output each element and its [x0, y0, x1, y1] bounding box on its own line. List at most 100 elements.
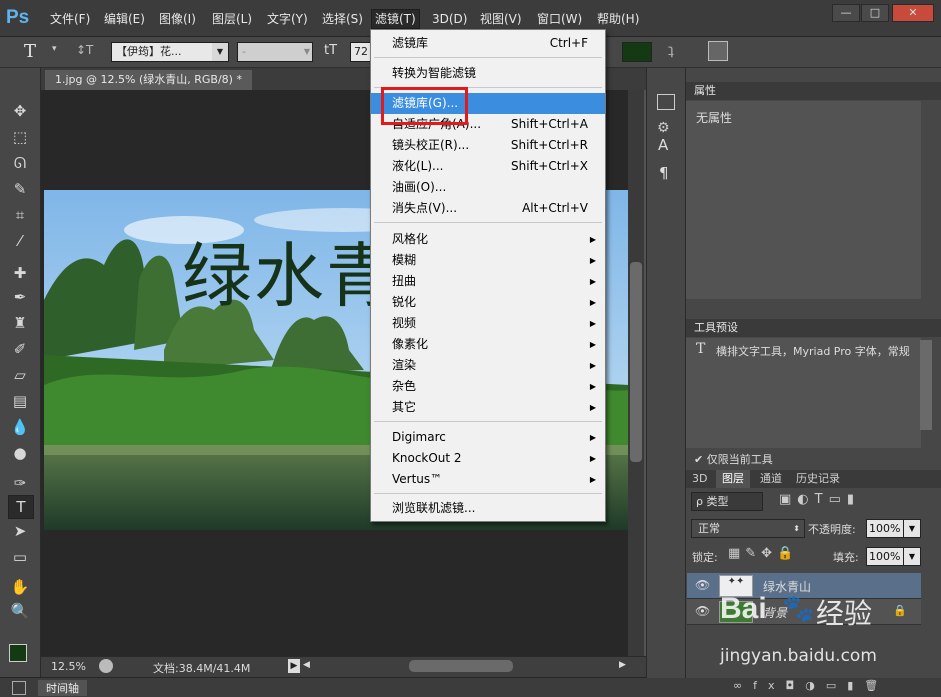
menu-item-knockout[interactable]: KnockOut 2 ▶	[371, 448, 605, 469]
layer-filter-icons[interactable]: ▣◐T▭▮	[779, 492, 919, 507]
menu-item-digimarc[interactable]: Digimarc ▶	[371, 427, 605, 448]
type-tool-icon[interactable]: T	[8, 495, 34, 519]
blend-mode-select[interactable]: 正常 ⬍	[691, 519, 805, 538]
opacity-input[interactable]: 100%	[866, 519, 904, 538]
menu-item-label: 转换为智能滤镜	[392, 66, 477, 80]
zoom-level[interactable]: 12.5%	[51, 660, 86, 673]
move-tool-icon[interactable]: ✥	[8, 100, 32, 122]
menu-edit[interactable]: 编辑(E)	[104, 10, 145, 28]
horizontal-scroll-thumb[interactable]	[409, 660, 513, 672]
timeline-toggle-icon[interactable]	[12, 681, 26, 695]
properties-title[interactable]: 属性	[686, 84, 716, 97]
menu-item-browse-online-filters[interactable]: 浏览联机滤镜...	[371, 498, 605, 519]
paragraph-panel-icon[interactable]: ¶	[659, 164, 669, 182]
tab-channels[interactable]: 通道	[754, 470, 788, 488]
menu-filter[interactable]: 滤镜(T)	[371, 9, 420, 29]
menu-window[interactable]: 窗口(W)	[537, 10, 582, 28]
tab-3d[interactable]: 3D	[686, 470, 713, 488]
tool-preset-arrow-icon[interactable]: ▾	[52, 44, 57, 54]
menu-item-video[interactable]: 视频 ▶	[371, 313, 605, 334]
hand-tool-icon[interactable]: ✋	[8, 576, 32, 598]
menu-help[interactable]: 帮助(H)	[597, 10, 639, 28]
close-button[interactable]: ✕	[892, 4, 934, 22]
menu-item-blur[interactable]: 模糊 ▶	[371, 250, 605, 271]
scroll-left-icon[interactable]: ◀	[303, 660, 310, 670]
vertical-scroll-thumb[interactable]	[630, 262, 642, 462]
tool-presets-scrollbar[interactable]	[920, 340, 932, 430]
overlay-text[interactable]: 绿水青	[182, 220, 398, 321]
maximize-button[interactable]: □	[861, 4, 889, 22]
menu-layer[interactable]: 图层(L)	[212, 10, 252, 28]
menu-item-render[interactable]: 渲染 ▶	[371, 355, 605, 376]
tab-history[interactable]: 历史记录	[790, 470, 846, 488]
text-orientation-icon[interactable]: ↕T	[76, 43, 93, 57]
menu-type[interactable]: 文字(Y)	[267, 10, 308, 28]
menu-item-other[interactable]: 其它 ▶	[371, 397, 605, 418]
fill-dropdown-icon[interactable]: ▼	[903, 547, 921, 566]
clone-stamp-icon[interactable]: ♜	[8, 312, 32, 334]
path-select-icon[interactable]: ➤	[8, 520, 32, 542]
font-family-select[interactable]: 【伊筠】花... ▼	[111, 42, 229, 62]
tab-layers[interactable]: 图层	[716, 470, 750, 488]
menu-item-oil-paint[interactable]: 油画(O)...	[371, 177, 605, 198]
gradient-tool-icon[interactable]: ▤	[8, 390, 32, 412]
menu-item-liquify[interactable]: 液化(L)... Shift+Ctrl+X	[371, 156, 605, 177]
marquee-tool-icon[interactable]: ⬚	[8, 126, 32, 148]
tool-presets-title[interactable]: 工具预设	[686, 321, 738, 334]
menu-item-vertus[interactable]: Vertus™ ▶	[371, 469, 605, 490]
actions-panel-icon[interactable]: ⚙	[657, 120, 670, 136]
character-panel-icon[interactable]: A	[658, 136, 668, 154]
menu-item-filter-gallery-last[interactable]: 滤镜库 Ctrl+F	[371, 33, 605, 54]
blur-tool-icon[interactable]: 💧	[8, 416, 32, 438]
lock-icons[interactable]: ▦✎✥🔒	[728, 546, 798, 561]
pen-tool-icon[interactable]: ✑	[8, 472, 32, 494]
fill-input[interactable]: 100%	[866, 547, 904, 566]
menu-file[interactable]: 文件(F)	[50, 10, 90, 28]
text-color-swatch[interactable]	[622, 42, 652, 62]
menu-image[interactable]: 图像(I)	[159, 10, 196, 28]
zoom-tool-icon[interactable]: 🔍	[8, 600, 32, 622]
menu-item-sharpen[interactable]: 锐化 ▶	[371, 292, 605, 313]
visibility-eye-icon[interactable]: 👁	[695, 604, 710, 618]
timeline-tab[interactable]: 时间轴	[38, 680, 87, 696]
rectangle-tool-icon[interactable]: ▭	[8, 546, 32, 568]
menu-3d[interactable]: 3D(D)	[432, 10, 467, 28]
document-tab[interactable]: 1.jpg @ 12.5% (绿水青山, RGB/8) *	[45, 70, 252, 90]
menu-item-shortcut: Shift+Ctrl+A	[511, 117, 588, 131]
menu-item-convert-smart-filter[interactable]: 转换为智能滤镜	[371, 63, 605, 84]
warp-text-icon[interactable]: ʇ	[668, 41, 674, 59]
type-tool-icon[interactable]: T	[24, 41, 36, 62]
eyedropper-tool-icon[interactable]: ⁄	[8, 230, 32, 252]
quick-select-icon[interactable]: ✎	[8, 178, 32, 200]
current-tool-only-checkbox[interactable]: ✔ 仅限当前工具	[694, 451, 773, 467]
menu-item-vanishing-point[interactable]: 消失点(V)... Alt+Ctrl+V	[371, 198, 605, 219]
font-style-select[interactable]: - ▼	[237, 42, 313, 62]
menu-view[interactable]: 视图(V)	[480, 10, 522, 28]
menu-item-lens-correction[interactable]: 镜头校正(R)... Shift+Ctrl+R	[371, 135, 605, 156]
dodge-tool-icon[interactable]: ●	[8, 442, 32, 464]
character-panel-icon[interactable]	[708, 41, 728, 61]
scroll-right-icon[interactable]: ▶	[619, 660, 626, 670]
visibility-eye-icon[interactable]: 👁	[695, 578, 710, 592]
tool-preset-item[interactable]: 横排文字工具，Myriad Pro 字体，常规	[716, 343, 920, 359]
brush-tool-icon[interactable]: ✒	[8, 286, 32, 308]
history-brush-icon[interactable]: ✐	[8, 338, 32, 360]
submenu-arrow-icon: ▶	[589, 256, 596, 265]
submenu-arrow-icon: ▶	[589, 319, 596, 328]
history-panel-icon[interactable]	[657, 94, 675, 110]
status-menu-arrow-icon[interactable]: ▶	[288, 659, 300, 673]
opacity-dropdown-icon[interactable]: ▼	[903, 519, 921, 538]
menu-item-pixelate[interactable]: 像素化 ▶	[371, 334, 605, 355]
watermark-brand-cn: 经验	[816, 597, 873, 630]
menu-item-noise[interactable]: 杂色 ▶	[371, 376, 605, 397]
eraser-tool-icon[interactable]: ▱	[8, 364, 32, 386]
menu-item-distort[interactable]: 扭曲 ▶	[371, 271, 605, 292]
minimize-button[interactable]: —	[832, 4, 860, 22]
layer-filter-select[interactable]: ρ 类型	[691, 492, 763, 511]
foreground-color-swatch[interactable]	[9, 644, 27, 662]
menu-select[interactable]: 选择(S)	[322, 10, 363, 28]
healing-brush-icon[interactable]: ✚	[8, 262, 32, 284]
crop-tool-icon[interactable]: ⌗	[8, 204, 32, 226]
menu-item-stylize[interactable]: 风格化 ▶	[371, 229, 605, 250]
lasso-tool-icon[interactable]: ᘏ	[8, 152, 32, 174]
